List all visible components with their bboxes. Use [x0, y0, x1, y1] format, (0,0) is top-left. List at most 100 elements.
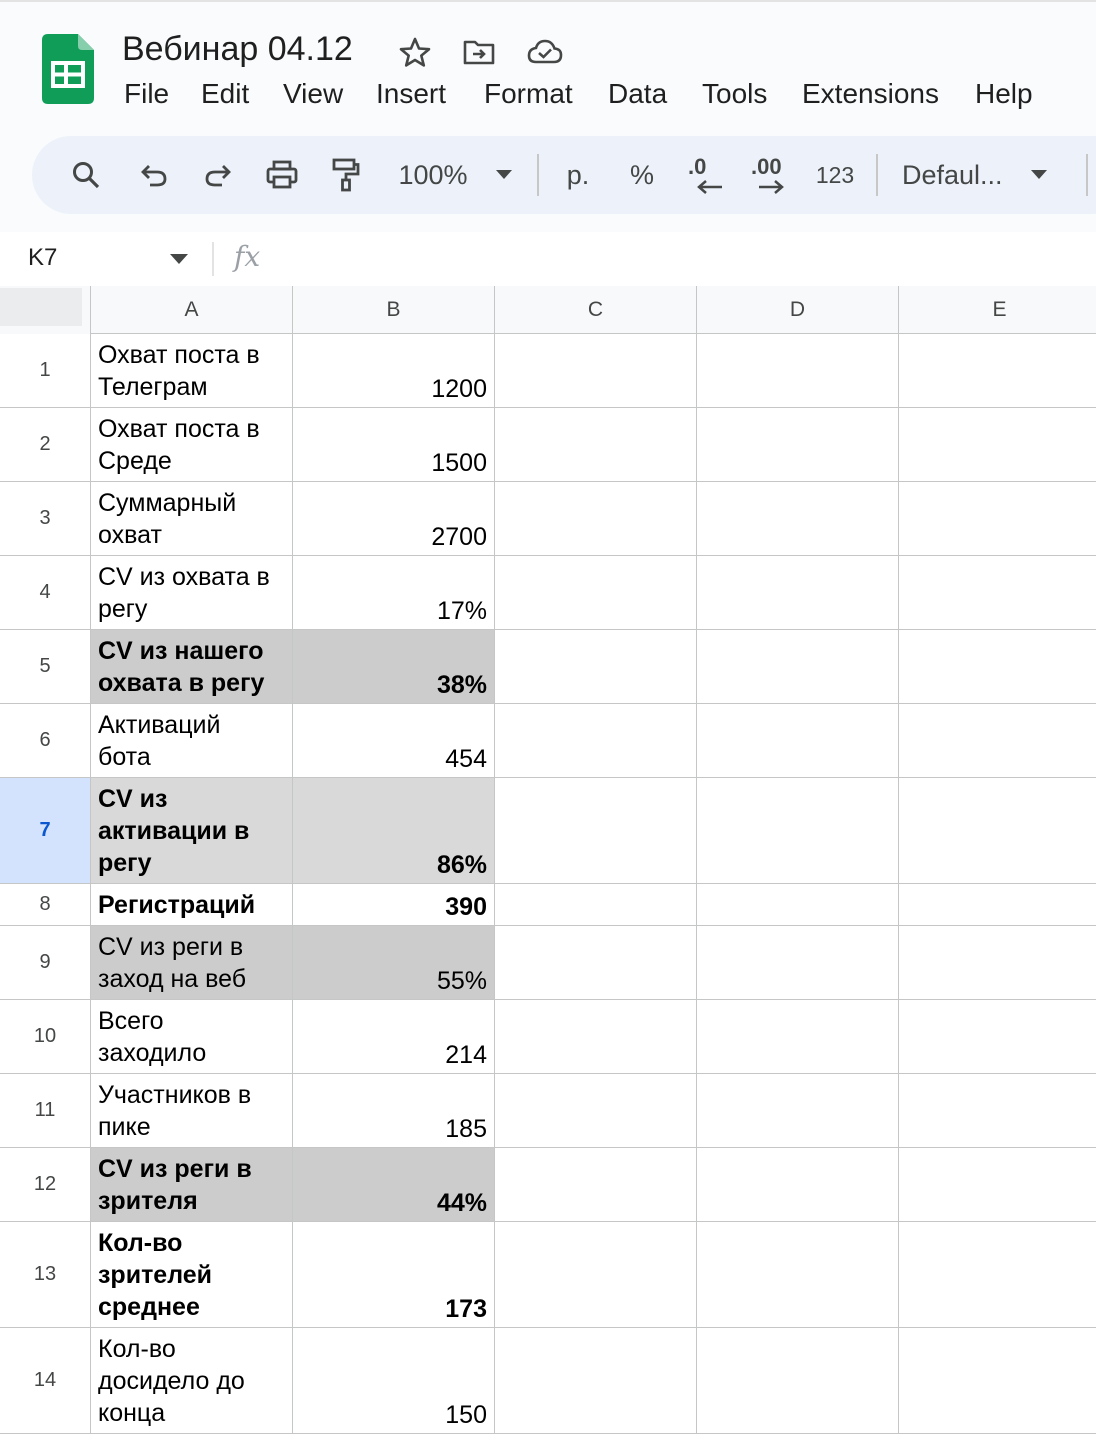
- empty-cell[interactable]: [899, 1148, 1096, 1222]
- empty-cell[interactable]: [697, 778, 899, 884]
- empty-cell[interactable]: [495, 1222, 697, 1328]
- select-all-corner[interactable]: [0, 286, 91, 335]
- menu-insert[interactable]: Insert: [376, 78, 446, 110]
- search-menus-button[interactable]: [66, 136, 106, 214]
- row-header[interactable]: 5: [0, 630, 91, 704]
- cell-value[interactable]: 454: [293, 704, 495, 778]
- cell-value[interactable]: 38%: [293, 630, 495, 704]
- empty-cell[interactable]: [899, 884, 1096, 926]
- empty-cell[interactable]: [899, 1074, 1096, 1148]
- menu-data[interactable]: Data: [608, 78, 667, 110]
- print-button[interactable]: [262, 136, 302, 214]
- empty-cell[interactable]: [495, 926, 697, 1000]
- empty-cell[interactable]: [899, 926, 1096, 1000]
- empty-cell[interactable]: [899, 704, 1096, 778]
- empty-cell[interactable]: [899, 1000, 1096, 1074]
- format-percent-button[interactable]: %: [622, 136, 662, 214]
- star-icon[interactable]: [398, 36, 432, 68]
- cell-label[interactable]: Суммарный охват: [91, 482, 293, 556]
- row-header[interactable]: 14: [0, 1328, 91, 1434]
- cell-label[interactable]: CV из охвата в регу: [91, 556, 293, 630]
- redo-button[interactable]: [198, 136, 238, 214]
- empty-cell[interactable]: [697, 1148, 899, 1222]
- cell-value[interactable]: 185: [293, 1074, 495, 1148]
- name-box-dropdown-icon[interactable]: [170, 254, 188, 265]
- row-header[interactable]: 4: [0, 556, 91, 630]
- row-header[interactable]: 3: [0, 482, 91, 556]
- column-header-d[interactable]: D: [697, 286, 899, 334]
- empty-cell[interactable]: [495, 704, 697, 778]
- menu-tools[interactable]: Tools: [702, 78, 767, 110]
- cell-label[interactable]: CV из реги в заход на веб: [91, 926, 293, 1000]
- empty-cell[interactable]: [899, 334, 1096, 408]
- spreadsheet-grid[interactable]: A B C D E 1 Охват поста в Телеграм 1200 2 Ох…: [0, 286, 1096, 1442]
- row-header[interactable]: 2: [0, 408, 91, 482]
- undo-button[interactable]: [134, 136, 174, 214]
- cell-label[interactable]: CV из активации в регу: [91, 778, 293, 884]
- cell-value[interactable]: 44%: [293, 1148, 495, 1222]
- menu-format[interactable]: Format: [484, 78, 573, 110]
- empty-cell[interactable]: [899, 1328, 1096, 1434]
- cell-value[interactable]: 390: [293, 884, 495, 926]
- empty-cell[interactable]: [495, 884, 697, 926]
- empty-cell[interactable]: [899, 482, 1096, 556]
- empty-cell[interactable]: [697, 1222, 899, 1328]
- menu-file[interactable]: File: [124, 78, 169, 110]
- row-header[interactable]: 6: [0, 704, 91, 778]
- row-header[interactable]: 12: [0, 1148, 91, 1222]
- empty-cell[interactable]: [495, 556, 697, 630]
- cell-value[interactable]: 1200: [293, 334, 495, 408]
- empty-cell[interactable]: [899, 778, 1096, 884]
- cell-value[interactable]: 1500: [293, 408, 495, 482]
- row-header[interactable]: 1: [0, 334, 91, 408]
- cell-label[interactable]: Активаций бота: [91, 704, 293, 778]
- empty-cell[interactable]: [899, 630, 1096, 704]
- format-currency-button[interactable]: р.: [558, 136, 598, 214]
- cloud-saved-icon[interactable]: [526, 36, 564, 68]
- empty-cell[interactable]: [697, 1074, 899, 1148]
- menu-extensions[interactable]: Extensions: [802, 78, 939, 110]
- row-header[interactable]: 9: [0, 926, 91, 1000]
- cell-label[interactable]: Участников в пике: [91, 1074, 293, 1148]
- cell-value[interactable]: 214: [293, 1000, 495, 1074]
- empty-cell[interactable]: [697, 334, 899, 408]
- cell-label[interactable]: Кол-во зрителей среднее: [91, 1222, 293, 1328]
- cell-value[interactable]: 17%: [293, 556, 495, 630]
- empty-cell[interactable]: [697, 630, 899, 704]
- more-formats-button[interactable]: 123: [812, 136, 858, 214]
- zoom-select[interactable]: 100%: [392, 136, 518, 214]
- empty-cell[interactable]: [697, 926, 899, 1000]
- cell-label[interactable]: CV из нашего охвата в регу: [91, 630, 293, 704]
- empty-cell[interactable]: [495, 1000, 697, 1074]
- cell-value[interactable]: 150: [293, 1328, 495, 1434]
- cell-value[interactable]: 86%: [293, 778, 495, 884]
- row-header[interactable]: 11: [0, 1074, 91, 1148]
- empty-cell[interactable]: [899, 1222, 1096, 1328]
- row-header[interactable]: 8: [0, 884, 91, 926]
- empty-cell[interactable]: [697, 556, 899, 630]
- empty-cell[interactable]: [697, 1000, 899, 1074]
- empty-cell[interactable]: [495, 1148, 697, 1222]
- cell-value[interactable]: 55%: [293, 926, 495, 1000]
- empty-cell[interactable]: [697, 884, 899, 926]
- empty-cell[interactable]: [495, 408, 697, 482]
- column-header-b[interactable]: B: [293, 286, 495, 334]
- font-select[interactable]: Defaul...: [902, 136, 1066, 214]
- cell-label[interactable]: CV из реги в зрителя: [91, 1148, 293, 1222]
- column-header-c[interactable]: C: [495, 286, 697, 334]
- document-title[interactable]: Вебинар 04.12: [122, 30, 353, 69]
- cell-value[interactable]: 173: [293, 1222, 495, 1328]
- empty-cell[interactable]: [697, 408, 899, 482]
- menu-help[interactable]: Help: [975, 78, 1033, 110]
- cell-value[interactable]: 2700: [293, 482, 495, 556]
- empty-cell[interactable]: [495, 334, 697, 408]
- empty-cell[interactable]: [495, 482, 697, 556]
- empty-cell[interactable]: [495, 630, 697, 704]
- decrease-decimals-button[interactable]: .0: [684, 136, 728, 214]
- empty-cell[interactable]: [697, 1328, 899, 1434]
- cell-label[interactable]: Кол-во досидело до конца: [91, 1328, 293, 1434]
- menu-edit[interactable]: Edit: [201, 78, 249, 110]
- empty-cell[interactable]: [697, 704, 899, 778]
- increase-decimals-button[interactable]: .00: [748, 136, 792, 214]
- move-to-folder-icon[interactable]: [462, 36, 496, 68]
